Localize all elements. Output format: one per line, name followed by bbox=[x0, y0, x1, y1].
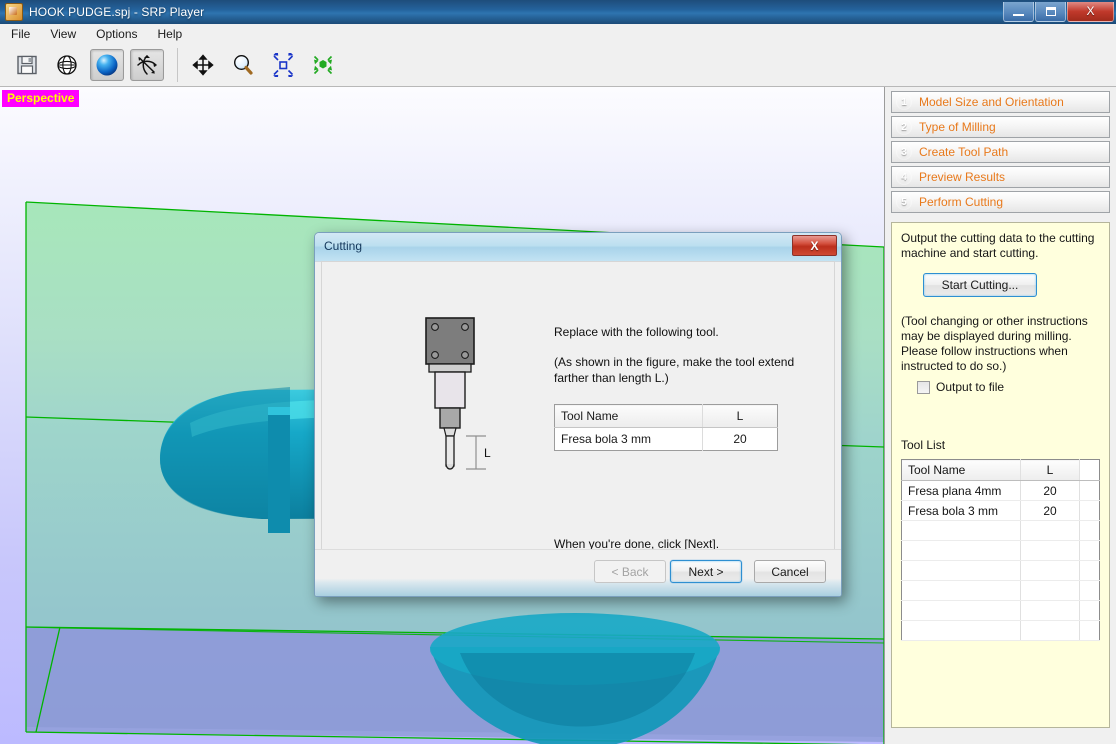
toolbar-zoom[interactable] bbox=[226, 49, 260, 81]
toolbar bbox=[0, 44, 1116, 87]
table-row-empty bbox=[901, 620, 1100, 641]
output-to-file-row[interactable]: Output to file bbox=[917, 380, 1100, 394]
sidebar-step-model-size[interactable]: 1 Model Size and Orientation bbox=[891, 91, 1110, 113]
cell-tool-name: Fresa bola 3 mm bbox=[561, 432, 652, 446]
app-icon bbox=[5, 3, 23, 21]
table-row[interactable]: Fresa plana 4mm 20 bbox=[901, 480, 1100, 501]
pan-move-icon bbox=[192, 54, 214, 76]
dialog-body: L Replace with the following tool. (As s… bbox=[321, 261, 835, 556]
menu-options[interactable]: Options bbox=[87, 25, 146, 43]
dialog-tool-table: Tool Name L Fresa bola 3 mm 20 bbox=[554, 404, 778, 451]
sidebar-step-type-of-milling[interactable]: 2 Type of Milling bbox=[891, 116, 1110, 138]
step-label: Type of Milling bbox=[919, 120, 996, 134]
cell-l: 20 bbox=[1020, 500, 1080, 521]
wizard-step-list: 1 Model Size and Orientation 2 Type of M… bbox=[885, 87, 1116, 213]
maximize-icon bbox=[1045, 6, 1056, 16]
menu-help[interactable]: Help bbox=[149, 25, 192, 43]
toolbar-fit-view[interactable] bbox=[306, 49, 340, 81]
minimize-icon bbox=[1013, 13, 1024, 16]
col-tool-name: Tool Name bbox=[554, 404, 703, 428]
table-header-row: Tool Name L bbox=[901, 459, 1100, 481]
globe-icon bbox=[57, 55, 77, 75]
srp-player-window: HOOK PUDGE.spj - SRP Player X File View … bbox=[0, 0, 1116, 744]
cell-tool-name: Fresa plana 4mm bbox=[901, 480, 1021, 501]
dialog-close-button[interactable]: X bbox=[792, 235, 837, 256]
menu-file[interactable]: File bbox=[2, 25, 39, 43]
table-row-empty bbox=[901, 540, 1100, 561]
step-label: Create Tool Path bbox=[919, 145, 1009, 159]
rotate-icon bbox=[137, 55, 157, 75]
toolbar-zoom-extents[interactable] bbox=[266, 49, 300, 81]
dialog-title: Cutting bbox=[324, 239, 363, 253]
cell-spacer bbox=[1079, 500, 1100, 521]
step-number-badge: 3 bbox=[896, 144, 912, 160]
step-number-badge: 4 bbox=[896, 169, 912, 185]
panel-description: Output the cutting data to the cutting m… bbox=[901, 231, 1095, 260]
step-number-badge: 1 bbox=[896, 94, 912, 110]
tool-list-table[interactable]: Tool Name L Fresa plana 4mm 20 Fresa bol… bbox=[901, 459, 1100, 641]
output-to-file-label: Output to file bbox=[936, 380, 1005, 394]
start-cutting-button[interactable]: Start Cutting... bbox=[923, 273, 1037, 297]
toolbar-globe[interactable] bbox=[50, 49, 84, 81]
table-row[interactable]: Fresa bola 3 mm 20 bbox=[555, 427, 778, 451]
toolbar-pan[interactable] bbox=[186, 49, 220, 81]
perform-cutting-panel: Output the cutting data to the cutting m… bbox=[891, 222, 1110, 728]
window-titlebar: HOOK PUDGE.spj - SRP Player X bbox=[0, 0, 1116, 24]
sidebar-step-preview-results[interactable]: 4 Preview Results bbox=[891, 166, 1110, 188]
perspective-label: Perspective bbox=[2, 90, 80, 107]
dialog-instruction-1: Replace with the following tool. bbox=[554, 325, 719, 339]
sphere-shading-icon bbox=[96, 54, 118, 76]
table-row[interactable]: Fresa bola 3 mm 20 bbox=[901, 500, 1100, 521]
close-icon: X bbox=[1086, 4, 1095, 18]
table-row-empty bbox=[901, 580, 1100, 601]
minimize-button[interactable] bbox=[1003, 1, 1034, 22]
output-to-file-checkbox[interactable] bbox=[917, 380, 930, 394]
zoom-extents-icon bbox=[273, 53, 294, 77]
toolbar-save[interactable] bbox=[10, 49, 44, 81]
col-l: L bbox=[1020, 459, 1080, 481]
step-label: Preview Results bbox=[919, 170, 1006, 184]
table-row-empty bbox=[901, 520, 1100, 541]
close-button[interactable]: X bbox=[1067, 1, 1114, 22]
menu-view[interactable]: View bbox=[41, 25, 85, 43]
cancel-button[interactable]: Cancel bbox=[754, 560, 826, 583]
step-number-badge: 5 bbox=[896, 194, 912, 210]
cell-l: 20 bbox=[702, 427, 778, 451]
cell-spacer bbox=[1079, 480, 1100, 501]
tool-list-label: Tool List bbox=[901, 438, 946, 452]
col-tool-name: Tool Name bbox=[901, 459, 1021, 481]
step-label: Perform Cutting bbox=[919, 195, 1004, 209]
back-button[interactable]: < Back bbox=[594, 560, 666, 583]
table-scroll-column bbox=[1079, 459, 1100, 481]
dialog-titlebar: Cutting X bbox=[315, 233, 841, 262]
save-icon bbox=[17, 55, 37, 75]
wizard-sidebar: 1 Model Size and Orientation 2 Type of M… bbox=[885, 87, 1116, 744]
toolbar-separator-1 bbox=[177, 48, 178, 82]
maximize-button[interactable] bbox=[1035, 1, 1066, 22]
next-button[interactable]: Next > bbox=[670, 560, 742, 583]
close-icon: X bbox=[810, 238, 819, 253]
sidebar-step-create-tool-path[interactable]: 3 Create Tool Path bbox=[891, 141, 1110, 163]
step-label: Model Size and Orientation bbox=[919, 95, 1064, 109]
dialog-instruction-2: (As shown in the figure, make the tool e… bbox=[554, 355, 795, 385]
table-row-empty bbox=[901, 560, 1100, 581]
window-title: HOOK PUDGE.spj - SRP Player bbox=[29, 5, 205, 19]
table-header-row: Tool Name L bbox=[554, 404, 778, 428]
table-row-empty bbox=[901, 600, 1100, 621]
step-number-badge: 2 bbox=[896, 119, 912, 135]
magnifier-zoom-icon bbox=[233, 54, 253, 75]
toolbar-shading[interactable] bbox=[90, 49, 124, 81]
cutting-dialog: Cutting X L Replace with the following t… bbox=[314, 232, 842, 597]
tool-diagram: L bbox=[425, 317, 491, 470]
cell-tool-name: Fresa bola 3 mm bbox=[901, 500, 1021, 521]
fit-cube-icon bbox=[313, 55, 333, 75]
cell-l: 20 bbox=[1020, 480, 1080, 501]
figure-l-label: L bbox=[484, 446, 491, 460]
menubar: File View Options Help bbox=[0, 24, 1116, 45]
sidebar-step-perform-cutting[interactable]: 5 Perform Cutting bbox=[891, 191, 1110, 213]
col-l: L bbox=[702, 404, 778, 428]
panel-note: (Tool changing or other instructions may… bbox=[901, 314, 1088, 373]
toolbar-rotate[interactable] bbox=[130, 49, 164, 81]
